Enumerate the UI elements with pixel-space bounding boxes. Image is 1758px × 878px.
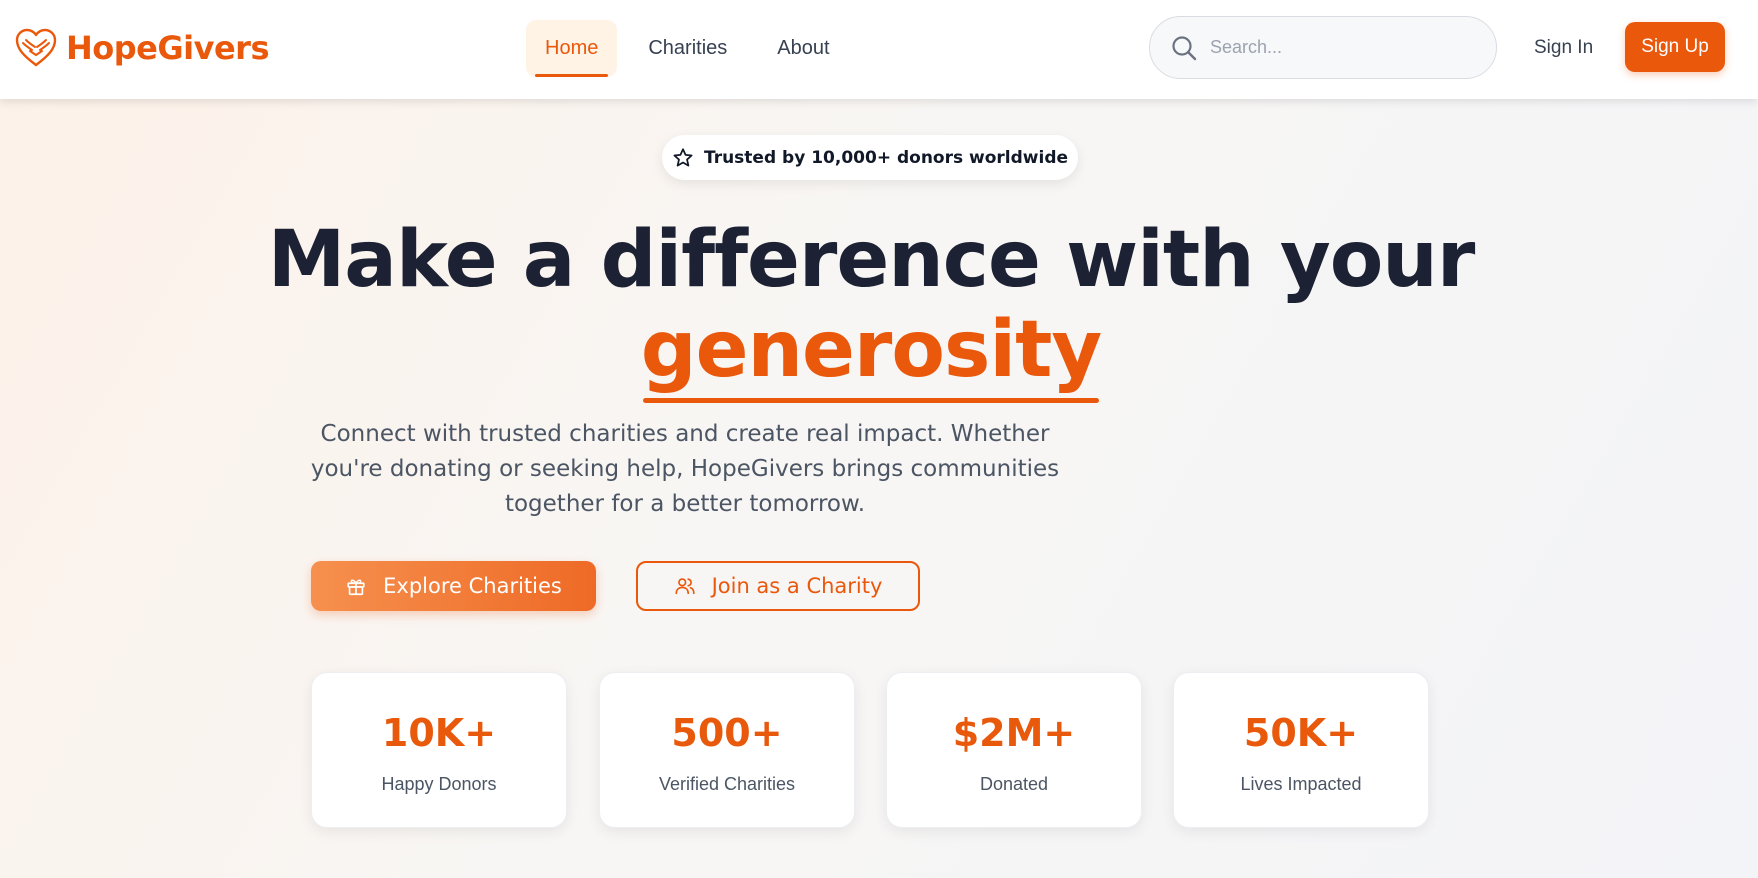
explore-charities-button[interactable]: Explore Charities — [311, 561, 596, 611]
nav-about[interactable]: About — [758, 20, 848, 77]
trust-badge: Trusted by 10,000+ donors worldwide — [662, 135, 1078, 180]
join-as-charity-button[interactable]: Join as a Charity — [636, 561, 920, 611]
search-input[interactable] — [1210, 37, 1470, 58]
join-as-charity-label: Join as a Charity — [711, 574, 883, 598]
search-box[interactable] — [1149, 16, 1497, 79]
nav-charities[interactable]: Charities — [629, 20, 746, 77]
main-nav: Home Charities About — [526, 20, 849, 77]
stat-value: 10K+ — [381, 711, 497, 755]
sign-up-button[interactable]: Sign Up — [1625, 22, 1725, 72]
stat-card-donors: 10K+ Happy Donors — [311, 672, 567, 828]
hero-subtitle: Connect with trusted charities and creat… — [300, 417, 1070, 522]
search-icon — [1172, 35, 1197, 60]
brand-logo[interactable]: HopeGivers — [14, 26, 270, 70]
hero-subtitle-line-3: together for a better tomorrow. — [504, 491, 866, 517]
stat-value: $2M+ — [952, 711, 1076, 755]
hero-headline: Make a difference with your — [267, 215, 1476, 305]
sign-in-button[interactable]: Sign In — [1520, 27, 1607, 69]
hero-subtitle-line-1: Connect with trusted charities and creat… — [320, 421, 1050, 447]
stat-label: Donated — [979, 774, 1049, 794]
stat-card-charities: 500+ Verified Charities — [599, 672, 855, 828]
stat-card-donated: $2M+ Donated — [886, 672, 1142, 828]
star-icon — [673, 147, 693, 166]
explore-charities-label: Explore Charities — [383, 574, 562, 598]
top-navbar: HopeGivers Home Charities About Sign In … — [0, 0, 1758, 99]
users-icon — [675, 578, 695, 595]
stat-label: Happy Donors — [381, 774, 497, 794]
stat-label: Verified Charities — [658, 774, 796, 794]
stat-value: 500+ — [671, 711, 783, 755]
stat-card-lives: 50K+ Lives Impacted — [1173, 672, 1429, 828]
hero-headline-highlight-line: generosity — [0, 305, 1742, 403]
heart-hands-icon — [15, 28, 57, 67]
gift-icon — [347, 579, 365, 596]
brand-name: HopeGivers — [66, 29, 270, 67]
trust-badge-text: Trusted by 10,000+ donors worldwide — [703, 147, 1069, 168]
hero-subtitle-line-2: you're donating or seeking help, HopeGiv… — [310, 456, 1060, 482]
nav-home[interactable]: Home — [526, 20, 618, 77]
stat-label: Lives Impacted — [1240, 774, 1362, 794]
stat-value: 50K+ — [1243, 711, 1359, 755]
hero-headline-highlight: generosity — [640, 305, 1102, 403]
